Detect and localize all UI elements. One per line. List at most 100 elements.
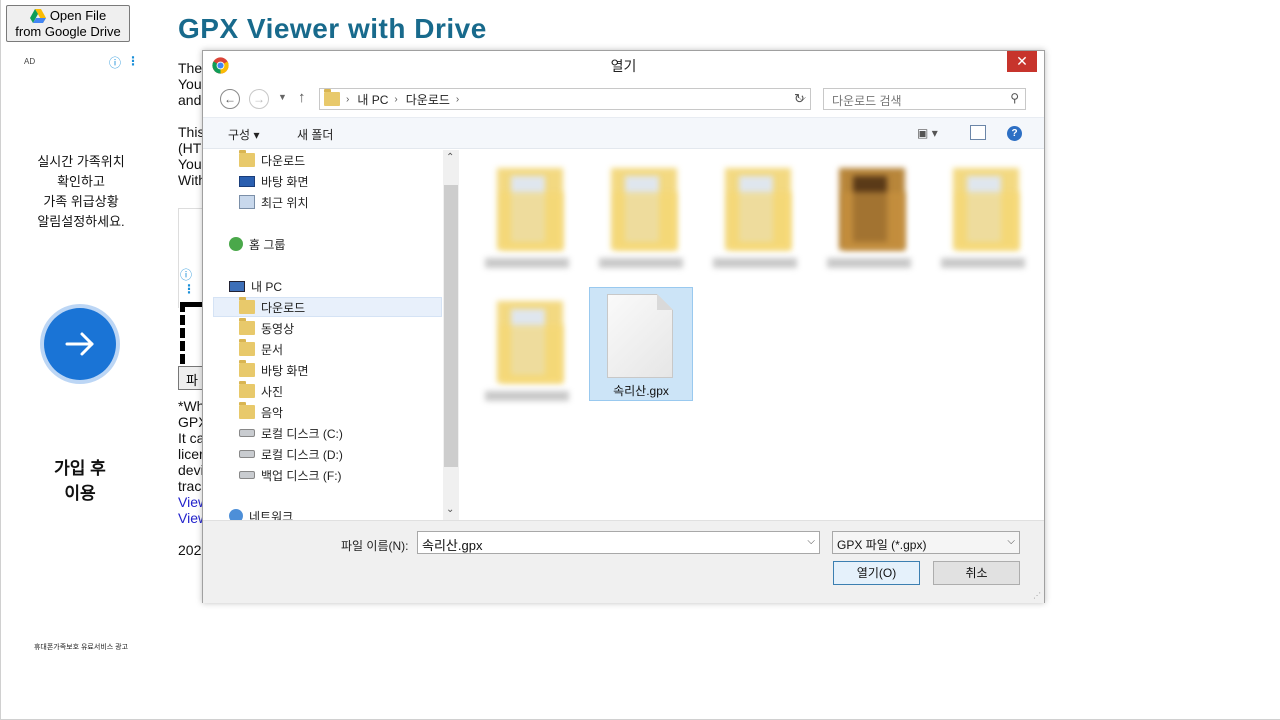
change-view-button[interactable]: ▣ ▾: [917, 126, 938, 140]
blurred-file-name: [485, 391, 569, 401]
embed-info-icon[interactable]: ⓘ: [180, 266, 192, 283]
refresh-button[interactable]: ↻: [789, 88, 811, 110]
chevron-down-icon: ▾: [931, 126, 938, 140]
nav-item-label: 사진: [261, 384, 284, 399]
page-text-fragment: The: [178, 60, 203, 76]
open-from-google-drive-button[interactable]: Open File from Google Drive: [6, 5, 130, 42]
this-pc-icon: [229, 280, 245, 292]
file-item-folder[interactable]: [475, 154, 579, 268]
arrow-left-icon: ←: [224, 92, 236, 106]
ad-info-icon[interactable]: ⓘ: [109, 54, 121, 71]
folder-icon: [839, 162, 905, 250]
page-text-fragment: You: [178, 76, 202, 92]
desktop-folder-icon: [239, 360, 255, 377]
nav-item-this-pc[interactable]: 내 PC: [229, 276, 282, 296]
nav-item-drive-f[interactable]: 백업 디스크 (F:): [239, 465, 342, 485]
downloads-folder-icon: [239, 150, 255, 167]
cancel-button[interactable]: 취소: [933, 561, 1020, 585]
nav-item-recent[interactable]: 최근 위치: [239, 192, 309, 212]
ad-join-text[interactable]: 가입 후 이용: [30, 456, 130, 506]
ad-arrow-button[interactable]: [44, 308, 116, 380]
forward-button[interactable]: →: [249, 89, 269, 109]
nav-item-desktop[interactable]: 바탕 화면: [239, 171, 309, 191]
nav-item-videos[interactable]: 동영상: [239, 318, 294, 338]
folder-icon: [497, 295, 563, 383]
file-item-folder[interactable]: [931, 154, 1035, 268]
page-text-fragment: devi: [178, 462, 204, 478]
help-icon[interactable]: ?: [1007, 126, 1022, 141]
nav-item-pictures[interactable]: 사진: [239, 381, 283, 401]
drive-button-label-2: from Google Drive: [15, 24, 121, 39]
homegroup-icon: [229, 237, 243, 251]
open-button[interactable]: 열기(O): [833, 561, 920, 585]
nav-item-label: 로컬 디스크 (C:): [261, 426, 343, 441]
back-button[interactable]: ←: [220, 89, 240, 109]
nav-scrollbar-thumb[interactable]: [444, 185, 458, 467]
folder-icon: [497, 162, 563, 250]
search-placeholder: 다운로드 검색: [832, 94, 902, 108]
arrow-right-icon: →: [253, 92, 265, 106]
breadcrumb-this-pc[interactable]: 내 PC: [357, 91, 388, 108]
recent-locations-dropdown[interactable]: ▼: [278, 92, 287, 102]
page-text-fragment: It ca: [178, 430, 205, 446]
page-text-fragment: *Wh: [178, 398, 205, 414]
nav-item-downloads[interactable]: 다운로드: [239, 150, 305, 170]
address-bar[interactable]: › 내 PC › 다운로드 › ⌵: [319, 88, 811, 110]
filename-label: 파일 이름(N):: [341, 539, 409, 553]
file-list: 속리산.gpx: [460, 150, 1044, 520]
nav-item-drive-c[interactable]: 로컬 디스크 (C:): [239, 423, 343, 443]
filename-value: 속리산.gpx: [422, 538, 483, 553]
nav-item-downloads-selected[interactable]: 다운로드: [213, 297, 442, 317]
ad-join-line: 이용: [64, 484, 96, 503]
desktop-icon: [239, 175, 255, 187]
arrow-right-icon: [65, 332, 94, 356]
downloads-folder-icon: [239, 297, 255, 314]
file-item-folder[interactable]: [475, 287, 579, 401]
chevron-down-icon: ⌵: [1007, 536, 1015, 547]
page-text-fragment: (HT: [178, 140, 202, 156]
google-drive-icon: [29, 9, 46, 23]
up-folder-button[interactable]: ↑: [298, 89, 306, 106]
document-file-icon: [607, 294, 673, 378]
file-item-folder[interactable]: [817, 154, 921, 268]
chevron-down-icon: ▾: [253, 128, 260, 142]
refresh-icon: ↻: [794, 91, 805, 106]
file-type-select[interactable]: GPX 파일 (*.gpx) ⌵: [832, 531, 1020, 554]
breadcrumb-separator-icon: ›: [346, 93, 350, 105]
nav-item-desktop-folder[interactable]: 바탕 화면: [239, 360, 309, 380]
file-item-folder[interactable]: [589, 154, 693, 268]
drive-button-label-1: Open File: [49, 8, 107, 23]
preview-pane-button[interactable]: [970, 125, 986, 140]
chevron-down-icon[interactable]: ⌄: [446, 504, 454, 515]
file-item-gpx-selected[interactable]: 속리산.gpx: [589, 287, 693, 401]
page-text-fragment: and: [178, 92, 202, 108]
chevron-down-icon[interactable]: ⌵: [807, 536, 815, 547]
chevron-up-icon[interactable]: ⌃: [446, 152, 454, 163]
ad-more-icon[interactable]: ⋮: [127, 54, 139, 68]
file-item-folder[interactable]: [703, 154, 807, 268]
nav-item-documents[interactable]: 문서: [239, 339, 283, 359]
dialog-title: 열기: [610, 58, 637, 74]
nav-item-homegroup[interactable]: 홈 그룹: [229, 234, 285, 254]
breadcrumb-downloads[interactable]: 다운로드: [406, 91, 450, 108]
filename-input[interactable]: 속리산.gpx ⌵: [417, 531, 820, 554]
embed-more-icon[interactable]: ⋮: [183, 282, 195, 296]
ad-text-line: 실시간 가족위치: [37, 154, 125, 169]
nav-item-drive-d[interactable]: 로컬 디스크 (D:): [239, 444, 343, 464]
close-button[interactable]: ✕: [1007, 51, 1037, 72]
close-icon: ✕: [1016, 53, 1028, 69]
search-input[interactable]: 다운로드 검색 ⚲: [823, 88, 1026, 110]
nav-item-music[interactable]: 음악: [239, 402, 283, 422]
pictures-folder-icon: [239, 381, 255, 398]
organize-menu[interactable]: 구성 ▾: [228, 126, 259, 143]
nav-item-label: 동영상: [261, 321, 295, 336]
resize-grip-icon[interactable]: ⋰: [1033, 591, 1041, 600]
nav-item-network[interactable]: 네트워크: [229, 506, 293, 520]
view-icon: ▣: [917, 126, 929, 140]
ad-text[interactable]: 실시간 가족위치 확인하고 가족 위급상황 알림설정하세요.: [20, 152, 142, 232]
organize-label: 구성: [228, 128, 251, 142]
dialog-titlebar[interactable]: 열기 ✕: [203, 51, 1044, 79]
downloads-folder-icon: [324, 89, 340, 106]
recent-places-icon: [239, 195, 255, 209]
new-folder-button[interactable]: 새 폴더: [297, 126, 333, 143]
